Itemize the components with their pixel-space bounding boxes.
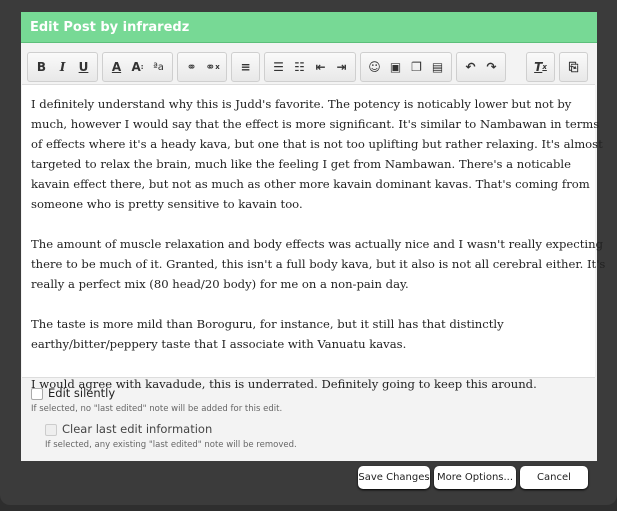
text-line: The amount of muscle relaxation and body… xyxy=(31,237,603,251)
edit-silently-hint: If selected, no "last edited" note will … xyxy=(31,404,283,414)
edit-post-dialog: Edit Post by infraredz BIU A A: ªa ⚭ ⚭ x ≡ ☰… xyxy=(21,12,606,461)
smilie-icon[interactable]: ☺ xyxy=(364,53,385,81)
save-changes-button[interactable]: Save Changes xyxy=(358,466,430,489)
font-size-button[interactable]: A: xyxy=(127,53,148,81)
toggle-source-icon[interactable]: ⎘ xyxy=(563,53,584,81)
italic-button[interactable]: I xyxy=(52,53,73,81)
edit-silently-label[interactable]: Edit silently xyxy=(48,386,115,400)
text-line: of effects where it's a heady kava, but … xyxy=(31,137,603,151)
font-color-button[interactable]: A xyxy=(106,53,127,81)
text-line: The taste is more mild than Boroguru, fo… xyxy=(31,317,504,331)
text-line: there to be much of it. Granted, this is… xyxy=(31,257,606,271)
remove-format-icon[interactable]: Tx xyxy=(530,53,551,81)
image-icon[interactable]: ▣ xyxy=(385,53,406,81)
post-editor[interactable]: I definitely understand why this is Judd… xyxy=(22,84,606,391)
redo-icon[interactable]: ↷ xyxy=(481,53,502,81)
numbered-list-icon[interactable]: ☷ xyxy=(289,53,310,81)
text-line: someone who is pretty sensitive to kavai… xyxy=(31,197,303,211)
more-options-button[interactable]: More Options... xyxy=(434,466,516,489)
link-icon[interactable]: ⚭ xyxy=(181,53,202,81)
text-line: really a perfect mix (80 head/20 body) f… xyxy=(31,277,409,291)
bullet-list-icon[interactable]: ☰ xyxy=(268,53,289,81)
media-icon[interactable]: ❐ xyxy=(406,53,427,81)
clear-last-edit-label[interactable]: Clear last edit information xyxy=(62,422,212,436)
text-line: earthy/bitter/peppery taste that I assoc… xyxy=(31,337,407,351)
editor-toolbar: BIU A A: ªa ⚭ ⚭ x ≡ ☰ ☷ ⇤ ⇥ ☺ ▣ ❐ ▤ ↶ ↷ Tx ⎘ xyxy=(27,52,588,82)
unlink-icon[interactable]: ⚭ x xyxy=(202,53,223,81)
editor-paragraph: I definitely understand why this is Judd… xyxy=(31,94,603,214)
undo-icon[interactable]: ↶ xyxy=(460,53,481,81)
text-line: targeted to relax the brain, much like t… xyxy=(31,157,571,171)
edit-silently-checkbox[interactable] xyxy=(31,387,43,400)
editor-paragraph: The taste is more mild than Boroguru, fo… xyxy=(31,314,586,354)
indent-icon[interactable]: ⇥ xyxy=(331,53,352,81)
dialog-title: Edit Post by infraredz xyxy=(21,12,597,43)
clear-last-edit-checkbox[interactable] xyxy=(45,423,57,436)
align-icon[interactable]: ≡ xyxy=(235,53,256,81)
outdent-icon[interactable]: ⇤ xyxy=(310,53,331,81)
text-line: kavain effect there, but not as much as … xyxy=(31,177,590,191)
text-line: I definitely understand why this is Judd… xyxy=(31,97,572,111)
cancel-button[interactable]: Cancel xyxy=(520,466,588,489)
font-family-button[interactable]: ªa xyxy=(148,53,169,81)
editor-paragraph: The amount of muscle relaxation and body… xyxy=(31,234,606,294)
underline-button[interactable]: U xyxy=(73,53,94,81)
edit-options: Edit silently If selected, no "last edit… xyxy=(31,386,297,458)
clear-last-edit-hint: If selected, any existing "last edited" … xyxy=(45,440,297,450)
text-line: much, however I would say that the effec… xyxy=(31,117,600,131)
code-icon[interactable]: ▤ xyxy=(427,53,448,81)
bold-button[interactable]: B xyxy=(31,53,52,81)
